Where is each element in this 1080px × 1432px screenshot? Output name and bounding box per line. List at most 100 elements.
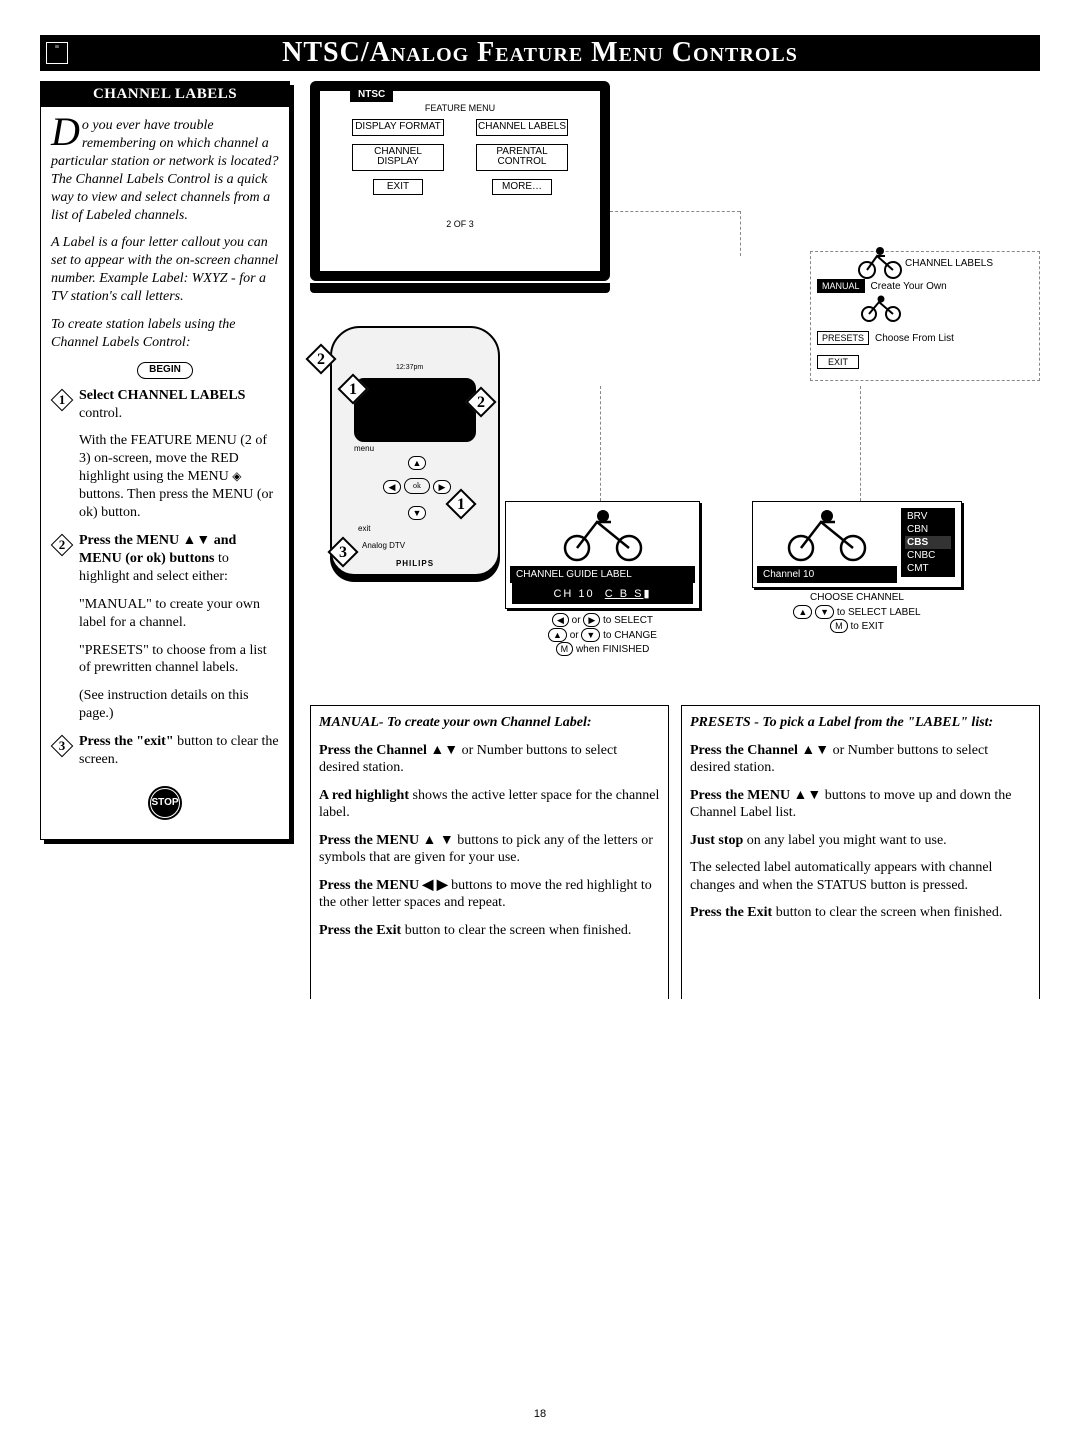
p3r: on any label you might want to use. <box>743 833 946 848</box>
dpad-down[interactable]: ▼ <box>408 506 426 520</box>
remote-menu-label: menu <box>354 444 374 453</box>
h-a2: to CHANGE <box>603 630 657 641</box>
step-2-manual: "MANUAL" to create your own label for a … <box>79 596 279 632</box>
pill-manual[interactable]: MANUAL <box>817 279 865 293</box>
step-3: 3 Press the "exit" button to clear the s… <box>51 733 279 769</box>
intro-text: o you ever have trouble remembering on w… <box>51 118 279 223</box>
h-a1: to SELECT <box>603 615 653 626</box>
step-2-bullet: 2 <box>51 534 73 556</box>
page-title: NTSC/Analog Feature Menu Controls <box>282 37 798 69</box>
menu-exit[interactable]: EXIT <box>373 179 423 196</box>
dpad-up[interactable]: ▲ <box>408 456 426 470</box>
preset-item[interactable]: BRV <box>905 510 951 523</box>
menu-pager: 2 OF 3 <box>320 219 600 229</box>
h-b2: to SELECT LABEL <box>837 607 921 618</box>
diagram-callout-1b: 1 <box>448 491 478 521</box>
preset-list[interactable]: BRVCBNCBSCNBCCMT <box>901 508 955 577</box>
remote-mode: Analog DTV <box>362 541 405 550</box>
pill-exit[interactable]: EXIT <box>817 355 859 369</box>
presets-head: PRESETS - To pick a Label from the "LABE… <box>690 714 1031 732</box>
m2b: A red highlight <box>319 788 409 803</box>
m3b: Press the MENU ▲ ▼ <box>319 833 454 848</box>
step-1-body-b: buttons. Then press the MENU (or ok) but… <box>79 487 273 520</box>
pill-presets[interactable]: PRESETS <box>817 331 869 345</box>
panelB-channel-bar: Channel 10 <box>757 566 897 583</box>
manual-instructions: MANUAL- To create your own Channel Label… <box>310 705 669 999</box>
presets-instructions: PRESETS - To pick a Label from the "LABE… <box>681 705 1040 999</box>
sidebar-header: CHANNEL LABELS <box>41 82 289 107</box>
title-banner: ≡ NTSC/Analog Feature Menu Controls <box>40 35 1040 71</box>
remote-time: 12:37pm <box>396 364 423 371</box>
panelB-chan: Channel 10 <box>763 569 814 580</box>
preset-item[interactable]: CBS <box>905 536 951 549</box>
menu-more[interactable]: MORE… <box>492 179 552 196</box>
ntsc-badge: NTSC <box>350 87 393 102</box>
presets-label-screen: Channel 10 BRVCBNCBSCNBCCMT CHOOSE CHANN… <box>752 501 962 635</box>
sidebar: CHANNEL LABELS D o you ever have trouble… <box>40 81 290 999</box>
panelA-lbl: C B S <box>605 588 644 600</box>
lead-in: To create station labels using the Chann… <box>51 316 279 352</box>
cyclist-icon <box>553 508 653 562</box>
h-b1: CHOOSE CHANNEL <box>754 592 960 605</box>
label-explain: A Label is a four letter callout you can… <box>51 234 279 306</box>
step-2-bold: Press the MENU ▲▼ and MENU (or ok) butto… <box>79 533 236 566</box>
diagram-callout-2: 2 <box>308 346 338 376</box>
menu-channel-labels[interactable]: CHANNEL LABELS <box>476 119 568 136</box>
p5b: Press the Exit <box>690 905 772 920</box>
preset-item[interactable]: CBN <box>905 523 951 536</box>
channel-labels-submenu: CHANNEL LABELS MANUALCreate Your Own PRE… <box>810 251 1040 381</box>
instruction-columns: MANUAL- To create your own Channel Label… <box>310 705 1040 999</box>
diagram-callout-2b: 2 <box>468 389 498 419</box>
dpad-ok[interactable]: ok <box>404 478 430 494</box>
menu-channel-display[interactable]: CHANNEL DISPLAY <box>352 144 444 171</box>
dropcap: D <box>51 117 82 147</box>
p3b: Just stop <box>690 833 743 848</box>
step-3-bullet: 3 <box>51 735 73 757</box>
m5b: Press the Exit <box>319 923 401 938</box>
panelB-hint: CHOOSE CHANNEL ▲ ▼ to SELECT LABEL M to … <box>752 588 962 635</box>
p2b: Press the MENU ▲▼ <box>690 788 821 803</box>
tv-corner-icon: ≡ <box>46 42 68 64</box>
m1b: Press the Channel ▲▼ <box>319 743 458 758</box>
channel-entry-bar: CH 10 C B S▮ <box>512 583 693 604</box>
step-1: 1 Select CHANNEL LABELS control. With th… <box>51 387 279 522</box>
channel-guide-label-bar: CHANNEL GUIDE LABEL <box>510 566 695 583</box>
manual-head: MANUAL- To create your own Channel Label… <box>319 714 660 732</box>
menu-parental-control[interactable]: PARENTAL CONTROL <box>476 144 568 171</box>
p1b: Press the Channel ▲▼ <box>690 743 829 758</box>
remote-screen <box>354 378 476 442</box>
manual-label-screen: CHANNEL GUIDE LABEL CH 10 C B S▮ ◀ or ▶ … <box>505 501 700 658</box>
p4: The selected label automatically appears… <box>690 859 1031 894</box>
diagram-callout-3: 3 <box>330 539 360 569</box>
step-1-bullet: 1 <box>51 389 73 411</box>
diagram-callout-1: 1 <box>340 376 370 406</box>
step-1-rest: control. <box>79 406 122 421</box>
m4b: Press the MENU ◀ ▶ <box>319 878 448 893</box>
step-2-presets: "PRESETS" to choose from a list of prewr… <box>79 642 279 678</box>
preset-item[interactable]: CNBC <box>905 549 951 562</box>
step-2: 2 Press the MENU ▲▼ and MENU (or ok) but… <box>51 532 279 723</box>
h-a3: when FINISHED <box>576 644 649 655</box>
p5r: button to clear the screen when finished… <box>772 905 1002 920</box>
feature-menu-label: FEATURE MENU <box>320 103 600 113</box>
preset-item[interactable]: CMT <box>905 562 951 575</box>
intro-paragraph: D o you ever have trouble remembering on… <box>51 117 279 224</box>
menu-arrows-icon: ◈ <box>232 469 241 483</box>
page-number: 18 <box>0 1408 1080 1420</box>
step-3-bold: Press the "exit" <box>79 734 174 749</box>
h-b3: to EXIT <box>850 621 883 632</box>
pill-manual-desc: Create Your Own <box>871 281 947 292</box>
stop-badge: STOP <box>147 785 183 821</box>
cyclist-icon <box>855 246 905 280</box>
menu-display-format[interactable]: DISPLAY FORMAT <box>352 119 444 136</box>
dpad-left[interactable]: ◀ <box>383 480 401 494</box>
remote-exit-label: exit <box>358 524 370 533</box>
panelA-ch: CH 10 <box>553 588 594 600</box>
tv-frame: NTSC FEATURE MENU DISPLAY FORMAT CHANNEL… <box>310 81 610 281</box>
step-1-bold: Select CHANNEL LABELS <box>79 388 245 403</box>
remote-dpad: ▲ ▼ ◀ ▶ ok <box>387 458 447 518</box>
cyclist-icon <box>777 508 877 562</box>
m5r: button to clear the screen when finished… <box>401 923 631 938</box>
pill-presets-desc: Choose From List <box>875 333 954 344</box>
step-2-note: (See instruction details on this page.) <box>79 687 279 723</box>
